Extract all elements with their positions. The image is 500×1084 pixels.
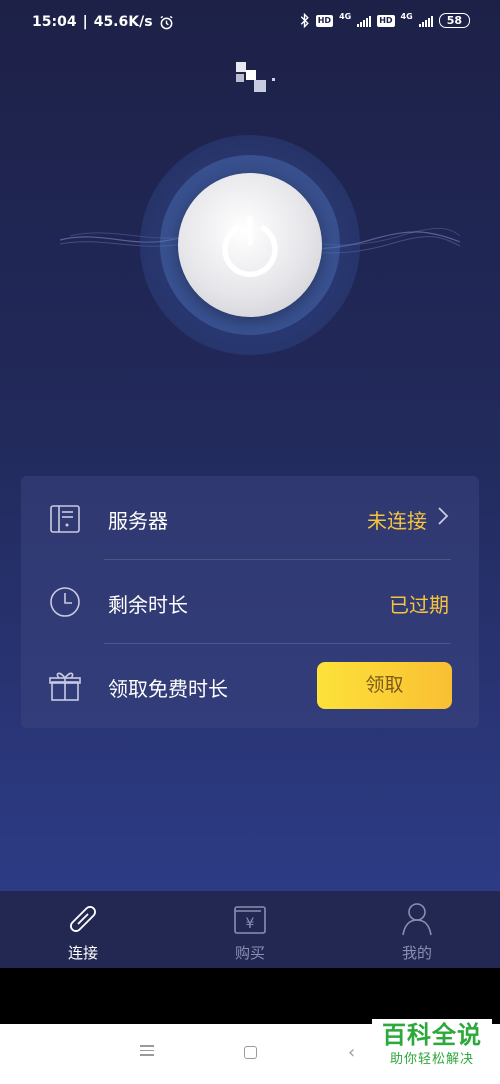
app-logo [236,62,276,94]
server-status: 未连接 [367,509,427,533]
hd-badge-1: HD [315,14,334,27]
status-network-speed: 45.6K/s [93,14,153,30]
status-bar: 15:04 | 45.6K/s HD 4G HD 4G 58 [0,0,500,46]
remaining-time-label: 剩余时长 [108,593,188,617]
bluetooth-icon [300,13,309,28]
status-separator: | [82,14,88,30]
signal-icon-2 [418,15,433,27]
info-card: 服务器 未连接 剩余时长 已过期 领取免费时长 领取 [21,476,479,728]
tab-buy-label: 购买 [234,944,265,962]
watermark: 百科全说 助你轻松解决 [372,1019,492,1077]
hd-badge-2: HD [377,14,395,27]
remaining-time-row: 剩余时长 已过期 [21,560,479,644]
link-icon [70,906,96,932]
claim-button[interactable]: 领取 [317,662,452,709]
clock-icon [50,587,80,617]
alarm-icon [160,15,173,29]
tab-connect[interactable]: 连接 [23,891,143,968]
power-button[interactable] [178,173,322,317]
remaining-time-value: 已过期 [389,593,449,617]
user-icon [402,903,432,936]
battery-indicator: 58 [438,13,470,28]
network-type-1: 4G [339,11,352,21]
server-icon [50,505,80,533]
tab-profile[interactable]: 我的 [357,891,477,968]
watermark-subtitle: 助你轻松解决 [389,1052,474,1067]
menu-icon[interactable] [140,1045,154,1059]
wallet-icon: ¥ [234,906,266,934]
free-time-label: 领取免费时长 [108,677,228,701]
status-right: HD 4G HD 4G 58 [300,11,470,28]
server-row[interactable]: 服务器 未连接 [21,476,479,560]
watermark-title: 百科全说 [382,1021,482,1049]
svg-text:¥: ¥ [246,916,255,932]
power-icon [222,215,278,278]
bottom-tab-bar: 连接 ¥ 购买 我的 [0,891,500,968]
status-left: 15:04 | 45.6K/s [32,14,174,30]
chevron-right-icon [438,507,449,525]
home-icon[interactable] [244,1046,257,1059]
app-screen: 15:04 | 45.6K/s HD 4G HD 4G 58 服务器 未连接 剩… [0,0,500,968]
gift-icon [49,672,81,701]
status-time: 15:04 [32,14,77,30]
network-type-2: 4G [400,11,413,21]
signal-icon-1 [357,15,372,27]
tab-profile-label: 我的 [401,944,432,962]
server-label: 服务器 [108,509,168,533]
tab-connect-label: 连接 [67,944,98,962]
back-icon[interactable]: ‹ [348,1042,355,1063]
tab-buy[interactable]: ¥ 购买 [190,891,310,968]
